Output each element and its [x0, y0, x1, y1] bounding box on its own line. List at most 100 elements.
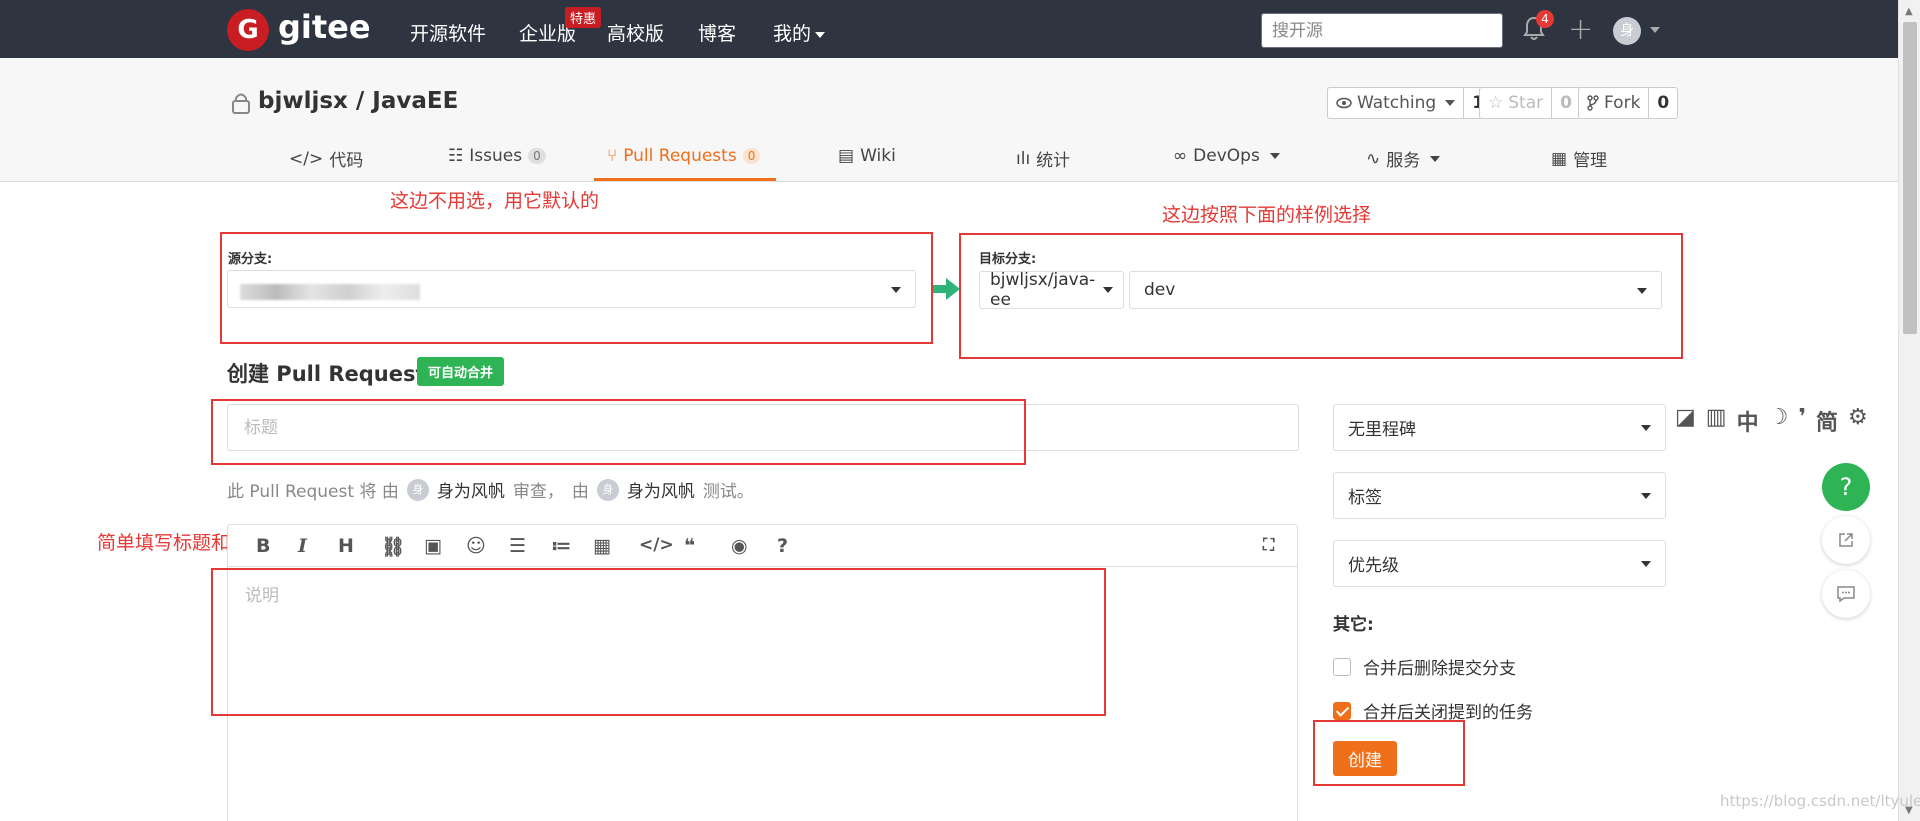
- highlight-target-branch: [959, 233, 1683, 359]
- emoji-icon[interactable]: ☺: [466, 535, 486, 557]
- project-header: [0, 58, 1898, 182]
- fullscreen-icon[interactable]: ⛶: [1263, 535, 1274, 555]
- tab-issues[interactable]: ☷ Issues 0: [448, 146, 546, 166]
- tab-manage[interactable]: ▦ 管理: [1551, 146, 1608, 172]
- preview-eye-icon[interactable]: ◉: [731, 535, 748, 557]
- labels-select[interactable]: 标签: [1333, 472, 1666, 519]
- priority-select[interactable]: 优先级: [1333, 540, 1666, 587]
- tester-name[interactable]: 身为风帆: [627, 477, 695, 502]
- editor-toolbar: B I H ⛓ ▣ ☺ ☰ ≔ ▦ </> ❝ ◉ ? ⛶: [228, 525, 1297, 567]
- help-icon[interactable]: ?: [777, 535, 788, 557]
- gitee-logo-text[interactable]: gitee: [278, 8, 371, 46]
- reviewer-line: 此 Pull Request 将 由 身 身为风帆 审查， 由 身 身为风帆 测…: [227, 477, 754, 502]
- nav-open-source[interactable]: 开源软件: [410, 19, 486, 46]
- issues-icon: ☷: [448, 146, 464, 166]
- bullet-list-icon[interactable]: ☰: [509, 535, 526, 557]
- tab-issues-label: Issues: [469, 146, 523, 166]
- nav-education[interactable]: 高校版: [607, 19, 664, 46]
- highlight-description: [211, 568, 1106, 716]
- tab-stats[interactable]: ılı 统计: [1016, 146, 1071, 172]
- star-button[interactable]: ☆ Star 0: [1479, 87, 1581, 119]
- ime-chinese-mode[interactable]: 中: [1737, 405, 1759, 437]
- tab-stats-label: 统计: [1036, 151, 1071, 171]
- chevron-down-icon: [1269, 153, 1280, 159]
- tab-services-label: 服务: [1386, 151, 1421, 171]
- watching-button[interactable]: Watching 1: [1327, 87, 1494, 119]
- scrollbar-thumb[interactable]: [1903, 22, 1917, 334]
- feedback-floating-button[interactable]: [1822, 570, 1870, 618]
- arrow-right-icon: [932, 278, 960, 300]
- fork-button[interactable]: Fork 0: [1578, 87, 1679, 119]
- image-icon[interactable]: ▣: [424, 535, 442, 557]
- page-scrollbar[interactable]: ▲ ▼: [1898, 0, 1920, 821]
- tab-code-label: 代码: [329, 151, 364, 171]
- chevron-down-icon: [1430, 155, 1441, 162]
- enterprise-promo-badge: 特惠: [565, 7, 602, 28]
- tab-pull-requests[interactable]: ⑂ Pull Requests 0: [607, 146, 761, 166]
- ime-pinyin-icon[interactable]: ▥: [1706, 405, 1727, 437]
- highlight-source-branch: [220, 232, 933, 344]
- share-floating-button[interactable]: [1822, 516, 1870, 564]
- plus-icon[interactable]: +: [1568, 12, 1593, 47]
- highlight-title: [211, 399, 1026, 465]
- bold-icon[interactable]: B: [256, 535, 270, 557]
- tab-wiki[interactable]: ▤ Wiki: [838, 146, 896, 166]
- fork-icon: [1587, 95, 1599, 111]
- ime-punctuation-icon[interactable]: ❜: [1798, 405, 1806, 437]
- lock-icon: [232, 93, 250, 114]
- tab-wiki-label: Wiki: [860, 146, 896, 166]
- numbered-list-icon[interactable]: ≔: [551, 535, 571, 557]
- ime-simplified-mode[interactable]: 简: [1816, 405, 1838, 437]
- nav-blog[interactable]: 博客: [698, 19, 736, 46]
- milestone-select[interactable]: 无里程碑: [1333, 404, 1666, 451]
- table-icon[interactable]: ▦: [593, 535, 611, 557]
- search-input[interactable]: [1261, 13, 1503, 48]
- chevron-down-icon: [1641, 425, 1651, 431]
- tab-manage-label: 管理: [1573, 151, 1608, 171]
- tab-code[interactable]: </> 代码: [289, 146, 364, 172]
- link-icon[interactable]: ⛓: [381, 535, 405, 558]
- star-icon: ☆: [1488, 93, 1504, 113]
- delete-branch-checkbox[interactable]: [1333, 657, 1351, 676]
- reviewer-name[interactable]: 身为风帆: [437, 477, 505, 502]
- tab-devops-label: DevOps: [1193, 146, 1260, 166]
- ime-moon-icon[interactable]: ☽: [1769, 405, 1789, 437]
- reviewer-avatar[interactable]: 身: [406, 478, 429, 501]
- heading-icon[interactable]: H: [338, 535, 354, 557]
- gitee-logo-icon[interactable]: G: [227, 9, 269, 51]
- help-floating-button[interactable]: ?: [1822, 463, 1870, 511]
- notification-count-badge: 4: [1536, 10, 1554, 28]
- code-icon[interactable]: </>: [639, 535, 674, 555]
- other-heading: 其它:: [1333, 615, 1374, 635]
- highlight-create-button: [1313, 720, 1465, 786]
- pull-request-icon: ⑂: [607, 146, 618, 166]
- italic-icon[interactable]: I: [298, 535, 307, 557]
- active-tab-indicator: [594, 178, 776, 181]
- tab-pull-requests-label: Pull Requests: [623, 146, 737, 166]
- tab-services[interactable]: ∿ 服务: [1366, 146, 1441, 171]
- chevron-down-icon: [1445, 100, 1456, 106]
- infinity-icon: ∞: [1173, 146, 1188, 166]
- tester-prefix: 由: [571, 482, 589, 502]
- nav-mine[interactable]: 我的: [773, 19, 826, 46]
- fork-count: 0: [1648, 88, 1677, 118]
- user-avatar[interactable]: 身: [1613, 17, 1641, 45]
- avatar-chevron-down-icon[interactable]: [1650, 27, 1660, 33]
- close-issues-checkbox[interactable]: [1333, 701, 1351, 720]
- nav-mine-label: 我的: [773, 23, 812, 45]
- scroll-up-icon[interactable]: ▲: [1905, 6, 1913, 17]
- ime-skin-icon[interactable]: ◪: [1675, 405, 1696, 437]
- labels-value: 标签: [1348, 488, 1382, 508]
- project-title[interactable]: bjwljsx / JavaEE: [258, 88, 458, 114]
- star-label: Star: [1508, 93, 1544, 113]
- ime-settings-icon[interactable]: ⚙: [1848, 405, 1868, 437]
- watermark: https://blog.csdn.net/ltyulet: [1720, 792, 1920, 810]
- ime-toolbar: ◪ ▥ 中 ☽ ❜ 简 ⚙: [1675, 405, 1868, 437]
- share-icon: [1839, 533, 1853, 547]
- tab-devops[interactable]: ∞ DevOps: [1173, 146, 1280, 166]
- delete-branch-option[interactable]: 合并后删除提交分支: [1333, 654, 1516, 679]
- delete-branch-label: 合并后删除提交分支: [1363, 659, 1516, 679]
- quote-icon[interactable]: ❝: [684, 535, 695, 557]
- tester-avatar[interactable]: 身: [596, 478, 619, 501]
- chevron-down-icon: [1641, 493, 1651, 499]
